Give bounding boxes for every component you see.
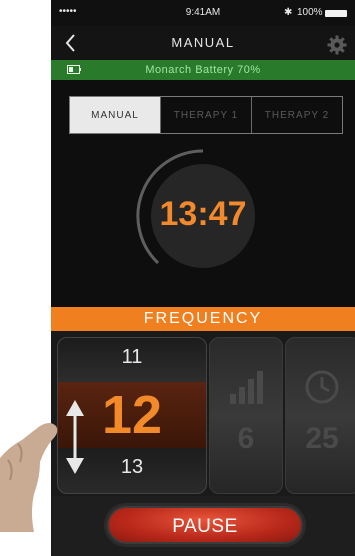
bluetooth-icon: ✱ [284,7,293,18]
phone-screen: ••••• 9:41AM ✱ 100% MANUAL Monarch Batte… [51,0,355,556]
clock-icon [305,370,339,404]
tab-therapy-2[interactable]: THERAPY 2 [252,97,342,133]
up-down-arrow-icon [66,400,84,474]
session-timer: 13:47 [133,146,273,286]
timer-value: 13:47 [159,195,247,233]
intensity-wheel[interactable]: 6 [209,337,283,494]
signal-bars-icon [230,371,263,404]
battery-status-bar: Monarch Battery 70% [51,60,355,80]
status-bar: ••••• 9:41AM ✱ 100% [51,0,355,26]
nav-bar: MANUAL [51,26,355,60]
status-battery-icon [325,10,347,17]
finger-gesture-icon [0,423,58,532]
pause-button[interactable]: PAUSE [107,506,303,544]
battery-percent: 100% [297,7,323,18]
page-title: MANUAL [171,35,235,50]
setting-wheels: 11 12 13 6 25 [51,331,355,496]
frequency-wheel[interactable]: 11 12 13 [57,337,207,494]
frequency-header: FREQUENCY [51,307,355,331]
duration-value: 25 [305,422,339,455]
battery-status-text: Monarch Battery 70% [145,64,261,76]
mode-tabs: MANUAL THERAPY 1 THERAPY 2 [69,96,343,134]
tab-manual[interactable]: MANUAL [70,97,161,133]
pause-area: PAUSE [51,496,355,556]
tab-therapy-1[interactable]: THERAPY 1 [161,97,252,133]
intensity-value: 6 [237,422,255,455]
gear-icon[interactable] [327,35,347,55]
frequency-prev-value[interactable]: 11 [58,346,206,369]
duration-wheel[interactable]: 25 [285,337,355,494]
